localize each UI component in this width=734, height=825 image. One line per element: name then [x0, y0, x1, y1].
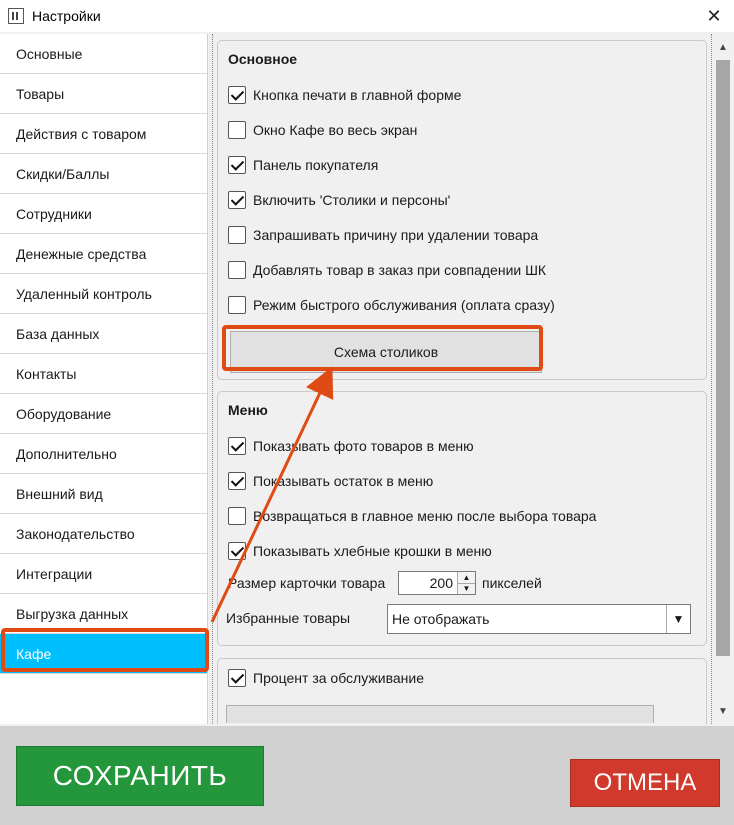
footer-bar: СОХРАНИТЬ ОТМЕНА: [0, 726, 734, 825]
sidebar-item-additional[interactable]: Дополнительно: [0, 434, 207, 474]
option-cafe-fullscreen[interactable]: Окно Кафе во весь экран: [228, 119, 417, 141]
option-label: Показывать остаток в меню: [253, 473, 434, 489]
favorites-select[interactable]: Не отображать ▼: [387, 604, 691, 634]
scroll-thumb[interactable]: [716, 60, 730, 656]
option-label: Панель покупателя: [253, 157, 379, 173]
sidebar-item-database[interactable]: База данных: [0, 314, 207, 354]
checkbox[interactable]: [228, 472, 246, 490]
scroll-up-icon[interactable]: ▲: [713, 38, 733, 56]
sidebar-item-integrations[interactable]: Интеграции: [0, 554, 207, 594]
option-add-by-barcode[interactable]: Добавлять товар в заказ при совпадении Ш…: [228, 259, 546, 281]
sidebar-item-discounts[interactable]: Скидки/Баллы: [0, 154, 207, 194]
option-breadcrumbs[interactable]: Показывать хлебные крошки в меню: [228, 540, 492, 562]
option-label: Возвращаться в главное меню после выбора…: [253, 508, 597, 524]
option-label: Показывать фото товаров в меню: [253, 438, 474, 454]
service-percent-field[interactable]: [226, 705, 654, 723]
option-service-percent[interactable]: Процент за обслуживание: [228, 667, 424, 689]
option-delete-reason[interactable]: Запрашивать причину при удалении товара: [228, 224, 538, 246]
group-menu-title: Меню: [228, 402, 268, 418]
spin-down-icon[interactable]: ▼: [458, 582, 475, 594]
sidebar-item-money[interactable]: Денежные средства: [0, 234, 207, 274]
sidebar-item-goods[interactable]: Товары: [0, 74, 207, 114]
sidebar-item-cafe[interactable]: Кафе: [0, 634, 207, 674]
option-label: Процент за обслуживание: [253, 670, 424, 686]
group-basic-title: Основное: [228, 51, 298, 67]
settings-sidebar: Основные Товары Действия с товаром Скидк…: [0, 34, 208, 724]
save-button[interactable]: СОХРАНИТЬ: [16, 746, 264, 806]
checkbox[interactable]: [228, 156, 246, 174]
sidebar-item-general[interactable]: Основные: [0, 34, 207, 74]
close-icon[interactable]: ✕: [702, 4, 726, 28]
sidebar-item-remote-control[interactable]: Удаленный контроль: [0, 274, 207, 314]
sidebar-item-employees[interactable]: Сотрудники: [0, 194, 207, 234]
card-size-label: Размер карточки товара: [228, 575, 386, 591]
option-show-photos[interactable]: Показывать фото товаров в меню: [228, 435, 474, 457]
sidebar-item-contacts[interactable]: Контакты: [0, 354, 207, 394]
checkbox[interactable]: [228, 226, 246, 244]
spinner-buttons: ▲ ▼: [457, 572, 475, 594]
option-return-main-menu[interactable]: Возвращаться в главное меню после выбора…: [228, 505, 596, 527]
option-label: Включить 'Столики и персоны': [253, 192, 451, 208]
checkbox[interactable]: [228, 437, 246, 455]
app-grid-icon: [8, 8, 24, 24]
checkbox[interactable]: [228, 191, 246, 209]
option-fast-service[interactable]: Режим быстрого обслуживания (оплата сраз…: [228, 294, 555, 316]
option-show-stock[interactable]: Показывать остаток в меню: [228, 470, 433, 492]
cancel-button[interactable]: ОТМЕНА: [570, 759, 720, 807]
favorites-label: Избранные товары: [226, 610, 351, 626]
checkbox[interactable]: [228, 86, 246, 104]
sidebar-item-legislation[interactable]: Законодательство: [0, 514, 207, 554]
checkbox[interactable]: [228, 261, 246, 279]
scroll-down-icon[interactable]: ▼: [713, 702, 733, 720]
sidebar-item-appearance[interactable]: Внешний вид: [0, 474, 207, 514]
option-tables-persons[interactable]: Включить 'Столики и персоны': [228, 189, 450, 211]
option-label: Кнопка печати в главной форме: [253, 87, 462, 103]
checkbox[interactable]: [228, 507, 246, 525]
favorites-value: Не отображать: [392, 611, 490, 627]
table-scheme-button[interactable]: Схема столиков: [230, 331, 542, 373]
option-label: Запрашивать причину при удалении товара: [253, 227, 539, 243]
spin-up-icon[interactable]: ▲: [458, 572, 475, 583]
checkbox[interactable]: [228, 121, 246, 139]
sidebar-item-data-export[interactable]: Выгрузка данных: [0, 594, 207, 634]
option-label: Окно Кафе во весь экран: [253, 122, 418, 138]
card-size-spinner[interactable]: 200 ▲ ▼: [398, 571, 476, 595]
window-title: Настройки: [32, 8, 101, 24]
checkbox[interactable]: [228, 296, 246, 314]
sidebar-item-equipment[interactable]: Оборудование: [0, 394, 207, 434]
checkbox[interactable]: [228, 669, 246, 687]
sidebar-item-goods-actions[interactable]: Действия с товаром: [0, 114, 207, 154]
option-label: Показывать хлебные крошки в меню: [253, 543, 492, 559]
option-customer-panel[interactable]: Панель покупателя: [228, 154, 378, 176]
group-basic: Основное Кнопка печати в главной форме О…: [217, 40, 707, 380]
card-size-value[interactable]: 200: [399, 575, 457, 591]
option-label: Режим быстрого обслуживания (оплата сраз…: [253, 297, 555, 313]
chevron-down-icon[interactable]: ▼: [666, 605, 690, 633]
content-scrollbar[interactable]: ▲ ▼: [713, 38, 733, 720]
checkbox[interactable]: [228, 542, 246, 560]
option-label: Добавлять товар в заказ при совпадении Ш…: [253, 262, 547, 278]
card-size-unit: пикселей: [482, 575, 542, 591]
option-print-button[interactable]: Кнопка печати в главной форме: [228, 84, 461, 106]
title-bar: Настройки ✕: [0, 0, 734, 32]
